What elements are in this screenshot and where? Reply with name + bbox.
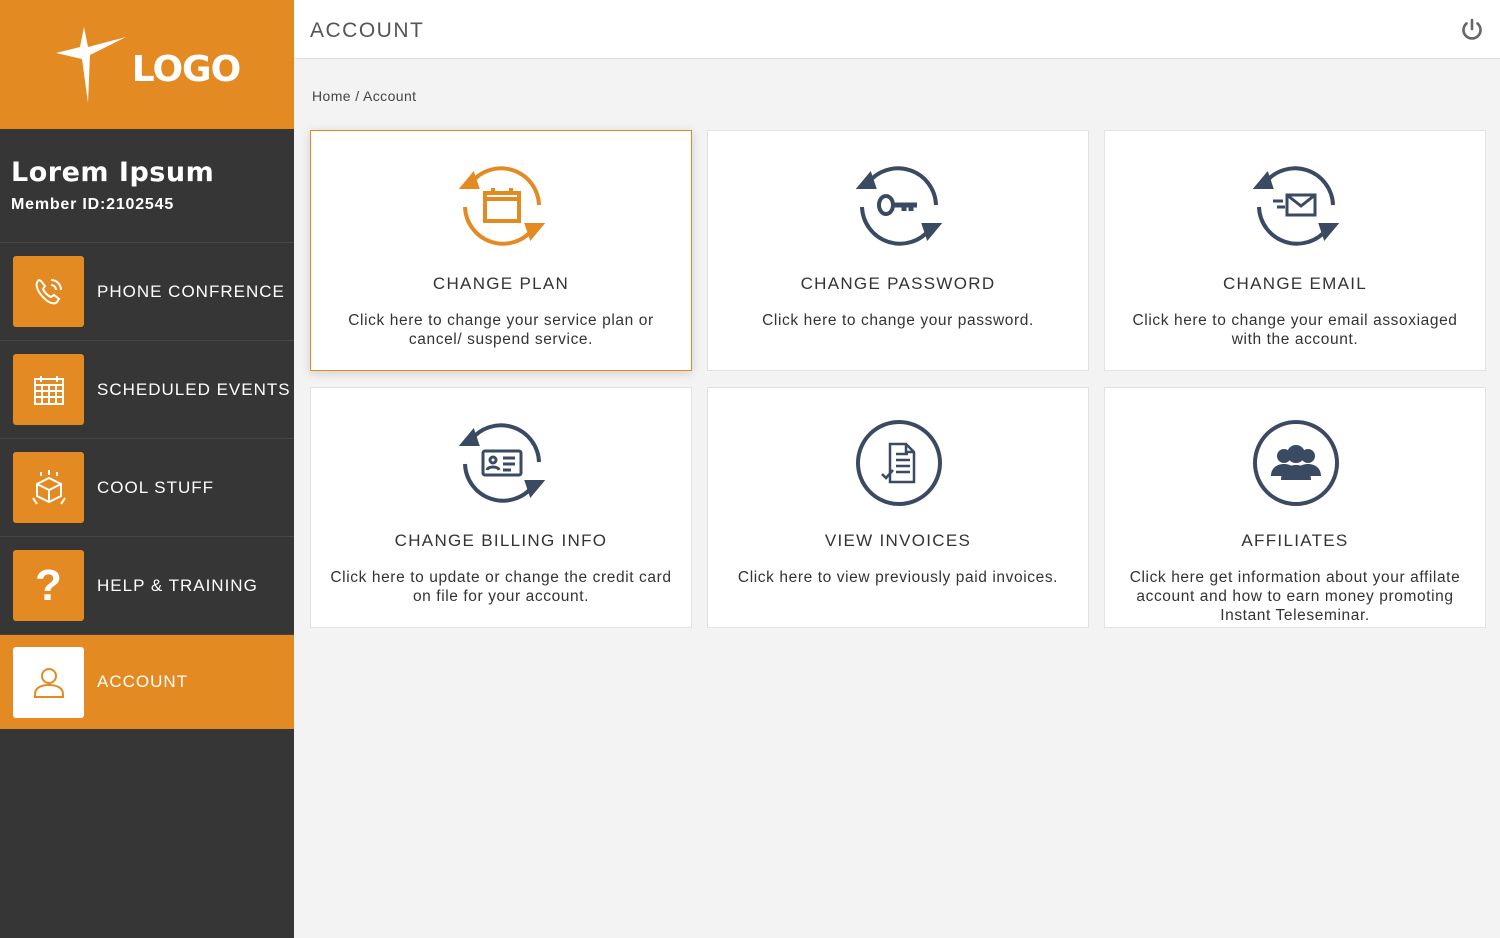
question-icon: ? [35,560,62,610]
card-description: Click here get information about your af… [1129,569,1461,624]
power-icon[interactable] [1460,18,1484,42]
breadcrumb[interactable]: Home / Account [312,88,416,104]
card-title: CHANGE PLAN [432,274,570,293]
nav-scheduled-events[interactable]: SCHEDULED EVENTS [0,341,294,439]
key-sync-icon [855,166,943,246]
calendar-icon [33,375,64,405]
calendar-sync-icon [458,166,546,246]
card-title: CHANGE EMAIL [1222,274,1368,293]
nav-cool-stuff[interactable]: COOL STUFF [0,439,294,537]
card-title: VIEW INVOICES [824,531,972,550]
sidebar: LOGO Lorem Ipsum Member ID:2102545 PHONE… [0,0,294,938]
card-description: Click here to change your service plan o… [348,312,654,348]
card-change-password[interactable]: CHANGE PASSWORD Click here to change you… [707,130,1089,371]
nav-help-training[interactable]: ? HELP & TRAINING [0,537,294,635]
card-title: CHANGE BILLING INFO [394,531,608,550]
phone-icon [35,278,62,304]
id-card-sync-icon [458,423,546,503]
card-description: Click here to update or change the credi… [330,569,672,605]
nav-label: COOL STUFF [97,477,215,497]
nav-label: HELP & TRAINING [97,575,258,595]
logo-star-icon [55,26,126,103]
logo-text: LOGO [131,49,241,90]
nav-phone-conference[interactable]: PHONE CONFRENCE [0,243,294,341]
group-icon [1253,420,1339,506]
card-view-invoices[interactable]: VIEW INVOICES Click here to view previou… [707,387,1089,628]
card-description: Click here to view previously paid invoi… [737,569,1059,586]
profile: Lorem Ipsum Member ID:2102545 [0,129,294,243]
invoice-icon [856,420,942,506]
card-description: Click here to change your password. [762,312,1034,329]
card-description: Click here to change your email assoxiag… [1132,312,1458,348]
card-change-billing-info[interactable]: CHANGE BILLING INFO Click here to update… [310,387,692,628]
user-icon [33,668,64,698]
logo[interactable]: LOGO [0,0,294,129]
nav-account[interactable]: ACCOUNT [0,635,294,729]
card-change-email[interactable]: CHANGE EMAIL Click here to change your e… [1104,130,1486,371]
nav-label: ACCOUNT [97,672,189,691]
profile-name: Lorem Ipsum [11,157,215,188]
email-sync-icon [1252,166,1340,246]
nav-label: SCHEDULED EVENTS [97,379,291,399]
card-title: AFFILIATES [1241,531,1349,550]
box-icon [31,469,66,505]
card-title: CHANGE PASSWORD [800,274,996,293]
card-change-plan[interactable]: CHANGE PLAN Click here to change your se… [310,130,692,371]
member-id: Member ID:2102545 [11,196,175,213]
top-bar: ACCOUNT [294,0,1500,59]
nav-label: PHONE CONFRENCE [97,281,285,301]
page-title: ACCOUNT [310,19,425,42]
card-affiliates[interactable]: AFFILIATES Click here get information ab… [1104,387,1486,628]
